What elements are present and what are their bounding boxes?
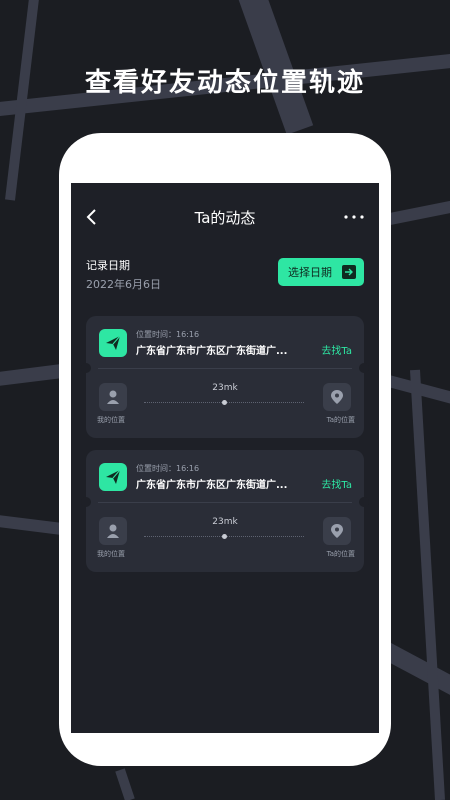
send-icon: [99, 329, 127, 357]
location-pin-icon: [323, 383, 351, 411]
card-divider: [98, 502, 352, 503]
select-date-button[interactable]: 选择日期: [278, 258, 364, 286]
more-dots-icon[interactable]: [343, 211, 365, 223]
location-pin-icon: [323, 517, 351, 545]
ta-location-label: Ta的位置: [326, 550, 355, 558]
find-ta-link[interactable]: 去找Ta: [321, 342, 352, 357]
select-date-label: 选择日期: [288, 266, 332, 279]
app-screen: Ta的动态 记录日期 2022年6月6日 选择日期 位置时间：16:16 广东省…: [71, 183, 379, 733]
card-notch: [81, 497, 91, 507]
distance-dot: [222, 400, 227, 405]
location-time: 位置时间：16:16: [136, 464, 200, 473]
arrow-right-icon: [342, 265, 356, 279]
my-location-label: 我的位置: [97, 550, 125, 558]
my-location-label: 我的位置: [97, 416, 125, 424]
nav-bar: Ta的动态: [71, 205, 379, 229]
card-notch: [81, 363, 91, 373]
location-address: 广东省广东市广东区广东街道广...: [136, 480, 288, 491]
record-date-value: 2022年6月6日: [86, 278, 161, 291]
send-icon: [99, 463, 127, 491]
page-title: Ta的动态: [194, 209, 256, 227]
promo-headline: 查看好友动态位置轨迹: [84, 68, 365, 98]
card-notch: [359, 363, 369, 373]
record-date-label: 记录日期: [86, 259, 130, 272]
location-time: 位置时间：16:16: [136, 330, 200, 339]
distance-dot: [222, 534, 227, 539]
find-ta-link[interactable]: 去找Ta: [321, 476, 352, 491]
location-address: 广东省广东市广东区广东街道广...: [136, 346, 288, 357]
location-card: 位置时间：16:16 广东省广东市广东区广东街道广... 去找Ta 我的位置 2…: [81, 316, 369, 438]
location-card: 位置时间：16:16 广东省广东市广东区广东街道广... 去找Ta 我的位置 2…: [81, 450, 369, 572]
card-divider: [98, 368, 352, 369]
card-notch: [359, 497, 369, 507]
ta-location-label: Ta的位置: [326, 416, 355, 424]
